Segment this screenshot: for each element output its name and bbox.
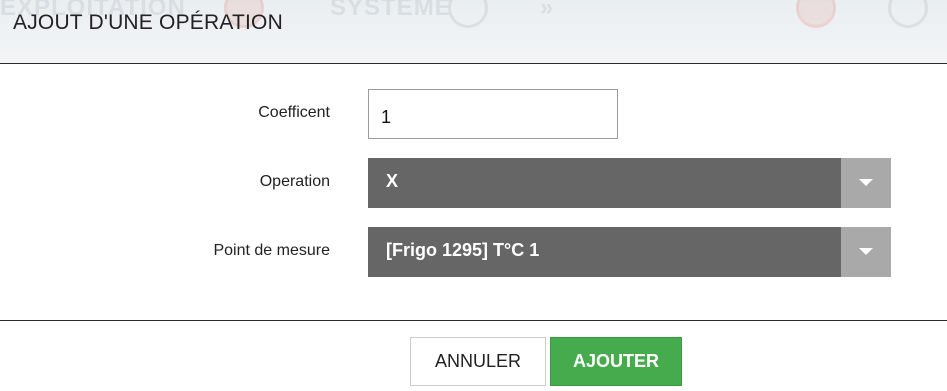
background-nav-systeme: SYSTÈME	[330, 0, 452, 21]
add-operation-modal: EXPLOITATION SYSTÈME » AJOUT D'UNE OPÉRA…	[0, 0, 947, 391]
modal-header: EXPLOITATION SYSTÈME » AJOUT D'UNE OPÉRA…	[0, 0, 947, 64]
measure-point-dropdown-button[interactable]	[841, 227, 891, 277]
cancel-button[interactable]: ANNULER	[410, 337, 546, 386]
coefficient-input[interactable]	[368, 89, 618, 139]
footer-divider	[0, 320, 947, 321]
measure-point-selected-value: [Frigo 1295] T°C 1	[386, 240, 540, 260]
background-nav-chevron: »	[540, 0, 555, 21]
background-nav-notification-icon	[796, 0, 836, 28]
operation-row: Operation X	[0, 158, 947, 208]
operation-dropdown-button[interactable]	[841, 158, 891, 208]
add-button[interactable]: AJOUTER	[550, 337, 682, 386]
operation-select[interactable]: X	[368, 158, 891, 208]
chevron-down-icon	[859, 179, 873, 186]
modal-title: AJOUT D'UNE OPÉRATION	[13, 11, 283, 34]
coefficient-label: Coefficent	[258, 104, 330, 121]
measure-point-row: Point de mesure [Frigo 1295] T°C 1	[0, 227, 947, 277]
coefficient-row: Coefficent	[0, 89, 947, 139]
background-nav-user-icon	[888, 0, 928, 28]
operation-label: Operation	[259, 173, 330, 190]
chevron-down-icon	[859, 248, 873, 255]
operation-selected-value: X	[386, 171, 399, 191]
measure-point-label: Point de mesure	[213, 242, 330, 259]
measure-point-select[interactable]: [Frigo 1295] T°C 1	[368, 227, 891, 277]
background-nav-count-badge	[448, 0, 488, 28]
